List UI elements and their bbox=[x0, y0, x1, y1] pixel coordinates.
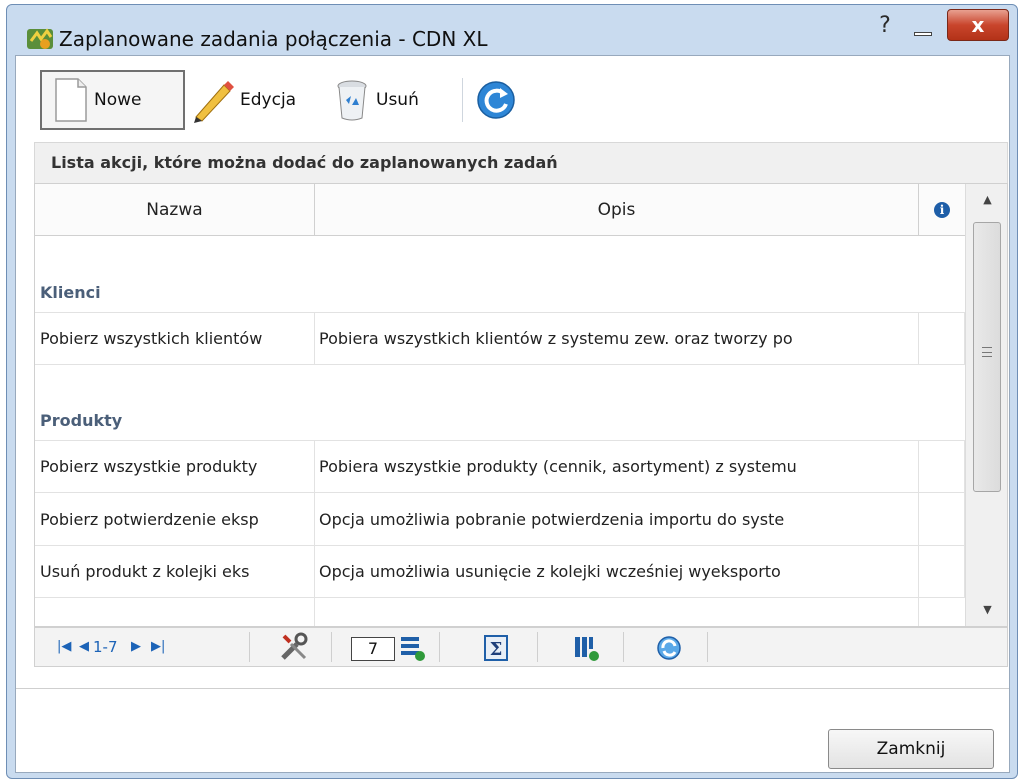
list-settings-icon[interactable] bbox=[399, 634, 425, 662]
dialog-content: Nowe Edycja Usuń Lista akcji, które możn… bbox=[15, 55, 1010, 773]
group-label: Klienci bbox=[40, 283, 101, 302]
pager-separator bbox=[331, 632, 332, 662]
section-header: Lista akcji, które można dodać do zaplan… bbox=[34, 142, 1008, 184]
help-button[interactable]: ? bbox=[871, 11, 899, 41]
pager-separator bbox=[537, 632, 538, 662]
delete-button[interactable]: Usuń bbox=[334, 70, 419, 130]
row-description-empty bbox=[315, 598, 919, 626]
scroll-down-arrow-icon[interactable]: ▼ bbox=[966, 594, 1007, 626]
refresh-icon[interactable] bbox=[476, 80, 516, 120]
pager-separator bbox=[707, 632, 708, 662]
row-name: Pobierz wszystkie produkty bbox=[35, 441, 315, 492]
grip-icon bbox=[982, 347, 992, 357]
edit-button[interactable]: Edycja bbox=[190, 70, 296, 130]
columns-icon[interactable] bbox=[573, 634, 599, 662]
table-row[interactable]: Pobierz potwierdzenie eksp Opcja umożliw… bbox=[35, 493, 965, 546]
group-row-clients: Klienci bbox=[35, 236, 965, 313]
pager-separator bbox=[249, 632, 250, 662]
group-row-products: Produkty bbox=[35, 365, 965, 441]
row-name: Pobierz potwierdzenie eksp bbox=[35, 493, 315, 545]
row-description: Pobiera wszystkie produkty (cennik, asor… bbox=[315, 441, 919, 492]
pager-separator bbox=[623, 632, 624, 662]
vertical-scrollbar[interactable]: ▲ ▼ bbox=[965, 184, 1007, 626]
toolbar-separator bbox=[462, 78, 463, 122]
scroll-up-arrow-icon[interactable]: ▲ bbox=[966, 184, 1007, 216]
edit-button-label: Edycja bbox=[240, 90, 297, 110]
window-title: Zaplanowane zadania połączenia - CDN XL bbox=[59, 27, 488, 51]
prev-page-icon[interactable]: ◀ bbox=[79, 628, 89, 666]
row-info-cell bbox=[919, 313, 965, 364]
info-icon: i bbox=[934, 202, 950, 218]
svg-text:Σ: Σ bbox=[490, 639, 503, 660]
table-row[interactable]: Pobierz wszystkich klientów Pobiera wszy… bbox=[35, 313, 965, 365]
new-document-icon bbox=[55, 78, 87, 122]
row-description: Opcja umożliwia pobranie potwierdzenia i… bbox=[315, 493, 919, 545]
grid-pager: |◀ ◀ 1-7 ▶ ▶| 7 Σ bbox=[34, 627, 1008, 667]
column-header-info[interactable]: i bbox=[919, 184, 965, 236]
table-row[interactable]: Usuń produkt z kolejki eks Opcja umożliw… bbox=[35, 546, 965, 598]
row-name: Pobierz wszystkich klientów bbox=[35, 313, 315, 364]
window-close-button[interactable]: x bbox=[947, 9, 1009, 41]
row-name: Usuń produkt z kolejki eks bbox=[35, 546, 315, 597]
page-range: 1-7 bbox=[93, 638, 118, 656]
sum-icon[interactable]: Σ bbox=[483, 634, 509, 662]
toolbar: Nowe Edycja Usuń bbox=[16, 56, 1009, 136]
new-button-label: Nowe bbox=[94, 90, 142, 110]
minimize-button[interactable] bbox=[905, 11, 941, 41]
minimize-icon bbox=[914, 32, 932, 36]
row-name-empty bbox=[35, 598, 315, 626]
delete-button-label: Usuń bbox=[376, 90, 419, 110]
page-size-input[interactable]: 7 bbox=[351, 637, 395, 661]
pencil-icon bbox=[194, 81, 234, 123]
row-description: Pobiera wszystkich klientów z systemu ze… bbox=[315, 313, 919, 364]
row-info-cell bbox=[919, 493, 965, 545]
last-page-icon[interactable]: ▶| bbox=[151, 628, 165, 666]
close-dialog-button[interactable]: Zamknij bbox=[828, 729, 994, 769]
column-header-description[interactable]: Opis bbox=[315, 184, 919, 236]
tools-icon[interactable] bbox=[279, 632, 309, 662]
new-button[interactable]: Nowe bbox=[40, 70, 185, 130]
row-info-cell bbox=[919, 441, 965, 492]
row-description: Opcja umożliwia usunięcie z kolejki wcze… bbox=[315, 546, 919, 597]
app-icon bbox=[27, 28, 53, 49]
actions-grid: Nazwa Opis i Klienci Pobierz wszystkich … bbox=[34, 183, 1008, 627]
table-row-empty bbox=[35, 598, 965, 626]
row-info-cell bbox=[919, 546, 965, 597]
first-page-icon[interactable]: |◀ bbox=[57, 628, 71, 666]
dialog-window: Zaplanowane zadania połączenia - CDN XL … bbox=[6, 4, 1018, 779]
table-row[interactable]: Pobierz wszystkie produkty Pobiera wszys… bbox=[35, 441, 965, 493]
dialog-footer: Zamknij bbox=[16, 688, 1009, 772]
scrollbar-thumb[interactable] bbox=[973, 222, 1001, 492]
next-page-icon[interactable]: ▶ bbox=[131, 628, 141, 666]
group-label: Produkty bbox=[40, 411, 123, 430]
recycle-bin-icon bbox=[337, 80, 367, 121]
column-header-name[interactable]: Nazwa bbox=[35, 184, 315, 236]
export-refresh-icon[interactable] bbox=[655, 634, 683, 662]
pager-separator bbox=[439, 632, 440, 662]
grid-header: Nazwa Opis i bbox=[35, 184, 965, 236]
